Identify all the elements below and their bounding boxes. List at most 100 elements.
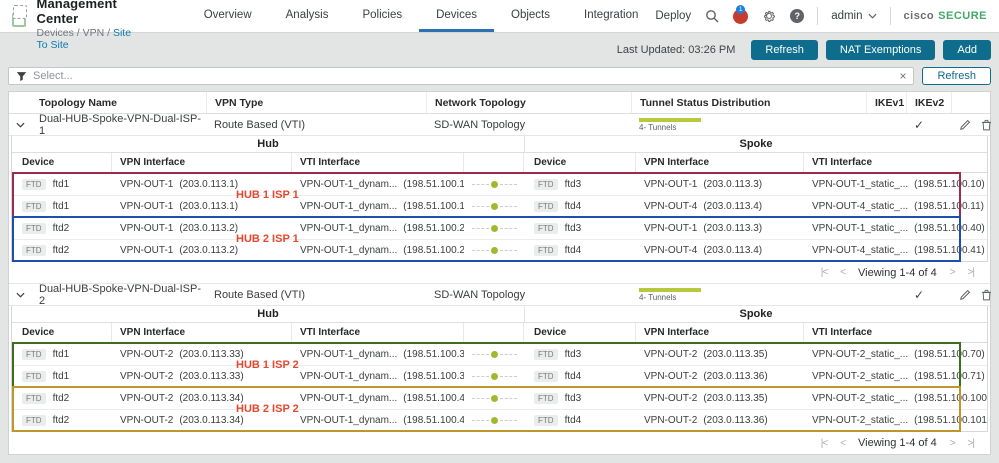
add-button[interactable]: Add xyxy=(943,40,991,60)
tunnel-up-dot-icon xyxy=(491,395,498,402)
next-page-icon[interactable]: > xyxy=(950,438,955,449)
hub-vti-interface-cell: VPN-OUT-1_dynam...(198.51.100.1) xyxy=(292,201,464,212)
hub-device-name: ftd2 xyxy=(53,393,70,404)
tunnel-row[interactable]: FTDftd1 VPN-OUT-1(203.0.113.1) VPN-OUT-1… xyxy=(12,195,987,217)
last-page-icon[interactable]: >| xyxy=(968,267,974,278)
hub-vti-interface-cell: VPN-OUT-1_dynam...(198.51.100.4) xyxy=(292,415,464,426)
hub-vpn-interface-cell: VPN-OUT-2(203.0.113.34) xyxy=(112,415,292,426)
filter-input[interactable] xyxy=(33,70,893,82)
tunnel-row[interactable]: FTDftd1 VPN-OUT-1(203.0.113.1) VPN-OUT-1… xyxy=(12,173,987,195)
spoke-vpn-interface-cell: VPN-OUT-2(203.0.113.36) xyxy=(636,371,804,382)
nav-objects[interactable]: Objects xyxy=(494,0,567,32)
last-page-icon[interactable]: >| xyxy=(968,438,974,449)
hub-vpn-name: VPN-OUT-1 xyxy=(120,179,173,190)
next-page-icon[interactable]: > xyxy=(950,267,955,278)
hub-vti-ip: (198.51.100.1) xyxy=(403,201,464,212)
spoke-vpn-ip: (203.0.113.4) xyxy=(703,245,762,256)
username: admin xyxy=(831,10,862,22)
spoke-device-name: ftd4 xyxy=(565,201,582,212)
nav-overview[interactable]: Overview xyxy=(187,0,269,32)
col-vpn-type: VPN Type xyxy=(206,92,426,113)
tunnel-up-dot-icon xyxy=(491,203,498,210)
spoke-vti-name: VPN-OUT-2_static_... xyxy=(812,415,908,426)
tunnel-status-cell xyxy=(464,203,524,210)
tunnel-row[interactable]: FTDftd1 VPN-OUT-2(203.0.113.33) VPN-OUT-… xyxy=(12,365,987,387)
hub-col-vti-interface: VTI Interface xyxy=(292,323,464,342)
nav-policies[interactable]: Policies xyxy=(345,0,419,32)
spoke-vti-interface-cell: VPN-OUT-4_static_...(198.51.100.41) xyxy=(804,245,987,256)
hub-vpn-name: VPN-OUT-1 xyxy=(120,223,173,234)
refresh-button[interactable]: Refresh xyxy=(751,40,818,60)
spoke-device-name: ftd3 xyxy=(565,349,582,360)
spoke-col-vpn-interface: VPN Interface xyxy=(636,323,804,342)
spoke-vpn-name: VPN-OUT-4 xyxy=(644,201,697,212)
edit-icon[interactable] xyxy=(959,289,971,301)
hub-vti-ip: (198.51.100.3) xyxy=(403,349,464,360)
spoke-vpn-interface-cell: VPN-OUT-4(203.0.113.4) xyxy=(636,201,804,212)
deploy-status-icon[interactable]: 1 xyxy=(733,9,748,24)
hub-spoke-header: Hub Spoke xyxy=(12,136,987,153)
spoke-vpn-ip: (203.0.113.3) xyxy=(703,223,762,234)
hub-vpn-name: VPN-OUT-2 xyxy=(120,393,173,404)
status-dash xyxy=(500,206,517,207)
tunnel-row[interactable]: FTDftd2 VPN-OUT-1(203.0.113.2) VPN-OUT-1… xyxy=(12,239,987,261)
app-header: Firewall Management Center Devices / VPN… xyxy=(0,0,999,33)
collapse-chevron-icon[interactable] xyxy=(9,292,31,298)
tunnel-row[interactable]: FTDftd2 VPN-OUT-1(203.0.113.2) VPN-OUT-1… xyxy=(12,217,987,239)
topology-row[interactable]: Dual-HUB-Spoke-VPN-Dual-ISP-2 Route Base… xyxy=(9,284,990,306)
gear-icon[interactable] xyxy=(761,8,777,24)
nav-devices[interactable]: Devices xyxy=(419,0,494,32)
hub-vti-ip: (198.51.100.2) xyxy=(403,223,464,234)
status-dash xyxy=(500,354,517,355)
hub-device-cell: FTDftd1 xyxy=(12,201,112,212)
help-icon[interactable]: ? xyxy=(790,9,804,23)
spoke-vti-ip: (198.51.100.101) xyxy=(914,415,987,426)
site-to-site-table: Topology Name VPN Type Network Topology … xyxy=(8,91,991,455)
first-page-icon[interactable]: |< xyxy=(821,438,827,449)
nav-integration[interactable]: Integration xyxy=(567,0,655,32)
ikev2-check: ✓ xyxy=(906,288,951,302)
filter-refresh-button[interactable]: Refresh xyxy=(922,67,991,85)
spoke-device-cell: FTDftd3 xyxy=(524,179,636,190)
spoke-vti-interface-cell: VPN-OUT-1_static_...(198.51.100.10) xyxy=(804,179,987,190)
nav-analysis[interactable]: Analysis xyxy=(269,0,346,32)
pagination-text: Viewing 1-4 of 4 xyxy=(858,267,937,279)
prev-page-icon[interactable]: < xyxy=(840,267,845,278)
spoke-vti-interface-cell: VPN-OUT-2_static_... (198.51.100.101) xyxy=(804,415,987,426)
first-page-icon[interactable]: |< xyxy=(821,267,827,278)
tunnel-up-dot-icon xyxy=(491,225,498,232)
delete-icon[interactable] xyxy=(981,289,992,301)
delete-icon[interactable] xyxy=(981,119,992,131)
nat-exemptions-button[interactable]: NAT Exemptions xyxy=(826,40,936,60)
hub-vti-interface-cell: VPN-OUT-1_dynam...(198.51.100.3) xyxy=(292,371,464,382)
topology-row[interactable]: Dual-HUB-Spoke-VPN-Dual-ISP-1 Route Base… xyxy=(9,114,990,136)
clear-filter-icon[interactable]: × xyxy=(899,69,906,83)
ftd-badge: FTD xyxy=(22,179,46,190)
tunnel-row[interactable]: FTDftd2 VPN-OUT-2(203.0.113.34) VPN-OUT-… xyxy=(12,387,987,409)
deploy-button[interactable]: Deploy xyxy=(655,10,691,22)
collapse-chevron-icon[interactable] xyxy=(9,122,31,128)
filter-search-box[interactable]: × xyxy=(8,67,914,85)
spoke-section-label: Spoke xyxy=(524,306,987,322)
hub-vti-ip: (198.51.100.4) xyxy=(403,415,464,426)
status-dash xyxy=(472,376,489,377)
hub-device-name: ftd1 xyxy=(53,179,70,190)
prev-page-icon[interactable]: < xyxy=(840,438,845,449)
notification-badge: 1 xyxy=(736,5,745,14)
tunnel-row[interactable]: FTDftd1 VPN-OUT-2(203.0.113.33) VPN-OUT-… xyxy=(12,343,987,365)
user-menu[interactable]: admin xyxy=(831,10,876,22)
hub-vpn-interface-cell: VPN-OUT-1(203.0.113.2) xyxy=(112,245,292,256)
spoke-vti-ip: (198.51.100.40) xyxy=(914,223,985,234)
annotation-label: HUB 2 ISP 1 xyxy=(236,233,299,245)
hub-vti-interface-cell: VPN-OUT-1_dynam...(198.51.100.3) xyxy=(292,349,464,360)
tunnel-status-cell xyxy=(464,351,524,358)
pagination-text: Viewing 1-4 of 4 xyxy=(858,437,937,449)
tunnel-row[interactable]: FTDftd2 VPN-OUT-2(203.0.113.34) VPN-OUT-… xyxy=(12,409,987,431)
edit-icon[interactable] xyxy=(959,119,971,131)
col-tunnel-status-distribution: Tunnel Status Distribution xyxy=(631,92,866,113)
tunnel-status-cell xyxy=(464,395,524,402)
spoke-device-cell: FTDftd4 xyxy=(524,415,636,426)
spoke-vpn-interface-cell: VPN-OUT-4(203.0.113.4) xyxy=(636,245,804,256)
spoke-device-name: ftd3 xyxy=(565,393,582,404)
search-icon[interactable] xyxy=(704,8,720,24)
